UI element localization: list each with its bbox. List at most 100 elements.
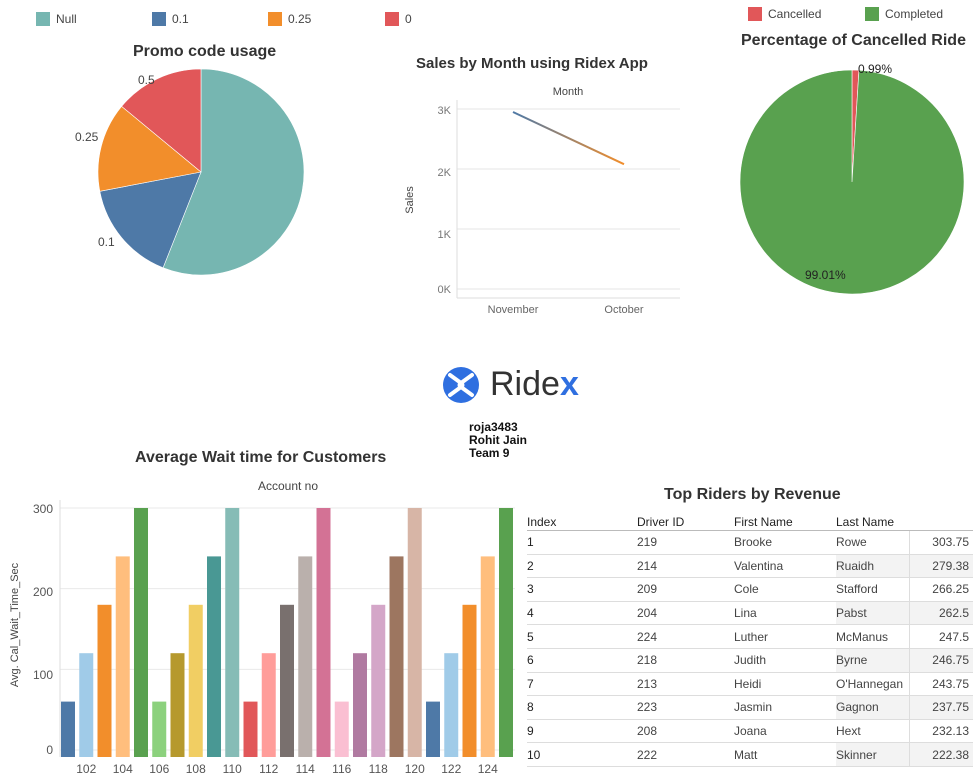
legend-swatch: [36, 12, 50, 26]
cell-first-name: Heidi: [734, 672, 836, 697]
bar-15: [316, 508, 331, 757]
table-header-row: Index Driver ID First Name Last Name: [527, 514, 973, 531]
cell-driver-id: 224: [637, 624, 734, 649]
table-row[interactable]: 6 218 Judith Byrne 246.75: [527, 648, 973, 673]
bar-22: [444, 653, 459, 757]
cell-last-name: Ruaidh: [836, 554, 909, 579]
bar-7: [170, 653, 185, 757]
cell-index: 7: [527, 672, 637, 697]
xtick-102: 102: [76, 762, 96, 776]
legend-swatch: [865, 7, 879, 21]
sales-grid: [456, 100, 680, 299]
xtick-120: 120: [405, 762, 425, 776]
table-row[interactable]: 3 209 Cole Stafford 266.25: [527, 577, 973, 602]
legend-item-0[interactable]: 0: [385, 12, 412, 26]
legend-item-null[interactable]: Null: [36, 12, 77, 26]
bar-19: [389, 556, 404, 757]
cell-revenue: 237.75: [908, 695, 973, 720]
sales-ytick-1k: 1K: [438, 229, 452, 241]
slice-label-0-25: 0.25: [75, 130, 99, 144]
wait-ytick-300: 300: [33, 502, 53, 516]
table-row[interactable]: 4 204 Lina Pabst 262.5: [527, 601, 973, 626]
cell-revenue: 262.5: [908, 601, 973, 626]
xtick-122: 122: [441, 762, 461, 776]
legend-swatch: [748, 7, 762, 21]
wait-account-header: Account no: [258, 479, 318, 493]
cell-revenue: 222.38: [908, 742, 973, 767]
bar-5: [134, 508, 148, 757]
sales-line-chart: Month Sales 3K 2K 1K 0K November October: [404, 86, 680, 316]
cell-driver-id: 223: [637, 695, 734, 720]
pie-slice-completed: [739, 69, 965, 295]
table-row[interactable]: 5 224 Luther McManus 247.5: [527, 624, 973, 649]
col-header-driver-id[interactable]: Driver ID: [637, 514, 734, 531]
legend-swatch: [152, 12, 166, 26]
col-header-revenue: [909, 514, 973, 531]
legend-label: Completed: [885, 7, 944, 21]
bar-16: [334, 701, 349, 757]
xtick-118: 118: [369, 762, 388, 776]
col-header-first-name[interactable]: First Name: [734, 514, 836, 531]
bar-3: [97, 604, 112, 757]
ridex-logo-icon: [443, 367, 479, 403]
table-row[interactable]: 7 213 Heidi O'Hannegan 243.75: [527, 672, 973, 697]
cancel-pie-chart: 0.99% 99.01%: [739, 62, 965, 295]
sales-series-line: [512, 111, 625, 166]
col-header-index[interactable]: Index: [527, 514, 637, 531]
table-row[interactable]: 9 208 Joana Hext 232.13: [527, 719, 973, 744]
legend-item-completed[interactable]: Completed: [865, 7, 943, 21]
cell-last-name: Stafford: [836, 577, 909, 602]
sales-y-axis-label: Sales: [404, 186, 416, 214]
cell-revenue: 303.75: [908, 530, 973, 555]
cell-first-name: Brooke: [734, 530, 836, 555]
wait-bar-chart: Account no Avg. Cal_Wait_Time_Sec 300 20…: [9, 479, 515, 776]
sales-ytick-2k: 2K: [438, 167, 452, 179]
slice-label-completed: 99.01%: [805, 268, 846, 282]
cell-revenue: 246.75: [908, 648, 973, 673]
cell-index: 10: [527, 742, 637, 767]
bar-17: [353, 653, 367, 757]
cell-index: 1: [527, 530, 637, 555]
cell-last-name: O'Hannegan: [836, 672, 909, 697]
cell-index: 6: [527, 648, 637, 673]
cell-last-name: Gagnon: [836, 695, 909, 720]
legend-label: Cancelled: [768, 7, 822, 21]
table-row[interactable]: 1 219 Brooke Rowe 303.75: [527, 530, 973, 555]
bar-21: [426, 701, 440, 757]
legend-item-0-1[interactable]: 0.1: [152, 12, 189, 26]
legend-item-0-25[interactable]: 0.25: [268, 12, 311, 26]
table-row[interactable]: 2 214 Valentina Ruaidh 279.38: [527, 554, 973, 579]
wait-y-axis-label: Avg. Cal_Wait_Time_Sec: [9, 562, 21, 687]
cell-index: 8: [527, 695, 637, 720]
legend-label: 0.1: [172, 12, 189, 26]
cell-last-name: Byrne: [836, 648, 909, 673]
table-row[interactable]: 8 223 Jasmin Gagnon 237.75: [527, 695, 973, 720]
cell-last-name: Pabst: [836, 601, 909, 626]
cell-first-name: Joana: [734, 719, 836, 744]
xtick-108: 108: [186, 762, 206, 776]
cell-revenue: 279.38: [908, 554, 973, 579]
bar-13: [280, 604, 294, 757]
bar-9: [207, 556, 221, 757]
cell-first-name: Lina: [734, 601, 836, 626]
col-header-last-name[interactable]: Last Name: [836, 514, 909, 531]
promo-pie: [97, 68, 305, 276]
legend-swatch: [385, 12, 399, 26]
cell-driver-id: 218: [637, 648, 734, 673]
bar-18: [371, 604, 386, 757]
legend-label: 0.25: [288, 12, 312, 26]
bar-23: [462, 604, 477, 757]
cell-revenue: 243.75: [908, 672, 973, 697]
xtick-114: 114: [296, 762, 315, 776]
cell-index: 4: [527, 601, 637, 626]
xtick-116: 116: [332, 762, 351, 776]
legend-item-cancelled[interactable]: Cancelled: [748, 7, 821, 21]
xtick-124: 124: [478, 762, 498, 776]
sales-xtick-november: November: [488, 304, 539, 316]
bar-1: [61, 701, 75, 757]
bar-20: [407, 508, 422, 757]
cell-driver-id: 222: [637, 742, 734, 767]
table-row[interactable]: 10 222 Matt Skinner 222.38: [527, 742, 973, 767]
cell-last-name: Rowe: [836, 530, 909, 555]
cell-first-name: Luther: [734, 624, 836, 649]
